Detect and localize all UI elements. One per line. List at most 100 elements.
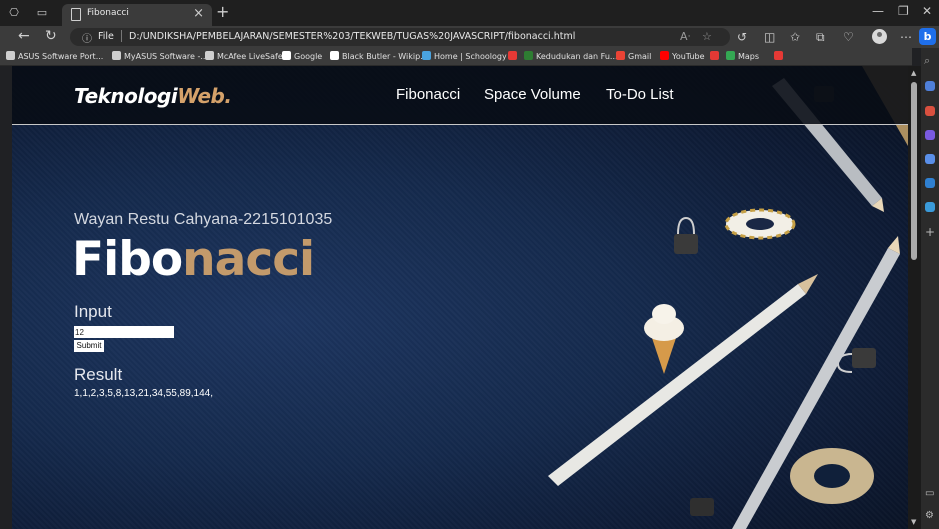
page-title: Fibonacci	[72, 232, 315, 287]
bookmark-item[interactable]: Google	[282, 51, 322, 61]
nav-link-fibonacci[interactable]: Fibonacci	[396, 86, 460, 103]
site-navbar: TeknologiWeb. Fibonacci Space Volume To-…	[12, 66, 908, 125]
bookmark-label: ASUS Software Port...	[18, 52, 104, 61]
bookmark-label: MyASUS Software -...	[124, 52, 208, 61]
sidebar-toggle-icon[interactable]: ▭	[925, 488, 934, 499]
settings-gear-icon[interactable]: ⚙	[925, 510, 934, 521]
outlook-icon[interactable]	[925, 178, 935, 188]
add-icon[interactable]: +	[925, 225, 935, 239]
bookmark-label: Google	[294, 52, 323, 61]
bookmark-icon	[205, 51, 214, 60]
bookmark-icon	[660, 51, 669, 60]
back-icon[interactable]: ←	[18, 28, 30, 44]
title-accent: nacci	[182, 232, 315, 287]
bookmark-icon	[616, 51, 625, 60]
bookmark-item[interactable]: ASUS Software Port...	[6, 51, 103, 61]
browser-essentials-icon[interactable]: ♡	[843, 30, 854, 44]
input-label: Input	[74, 302, 112, 321]
send-icon[interactable]	[925, 202, 935, 212]
tab-title: Fibonacci	[87, 8, 129, 18]
info-icon[interactable]: ⓘ	[82, 30, 92, 45]
favorite-star-icon[interactable]: ☆	[702, 30, 712, 43]
url-text[interactable]: D:/UNDIKSHA/PEMBELAJARAN/SEMESTER%203/TE…	[129, 31, 575, 42]
collections-icon[interactable]: ⧉	[816, 30, 825, 45]
tab-close-icon[interactable]: ×	[193, 6, 204, 21]
window-close-icon[interactable]: ✕	[922, 4, 932, 18]
browser-title-bar: ⎔ ▭ Fibonacci × + — ❐ ✕	[0, 0, 939, 26]
games-icon[interactable]	[925, 130, 935, 140]
split-screen-icon[interactable]: ◫	[764, 30, 775, 44]
background-illustration	[548, 66, 908, 529]
nav-link-space-volume[interactable]: Space Volume	[484, 86, 581, 103]
ice-cream-eraser	[644, 304, 684, 374]
search-icon[interactable]: ⌕	[924, 54, 930, 68]
scheme-label: File	[98, 31, 114, 42]
refresh-icon[interactable]: ↻	[45, 28, 57, 44]
tape-bottom	[790, 448, 874, 504]
binder-clip-bottom	[690, 498, 714, 516]
favorites-icon[interactable]: ✩	[790, 30, 800, 44]
scroll-down-icon[interactable]: ▼	[911, 518, 916, 526]
bookmark-icon	[112, 51, 121, 60]
more-menu-icon[interactable]: ⋯	[900, 30, 912, 44]
bookmark-item[interactable]: Gmail	[616, 51, 651, 61]
refresh-tab-icon[interactable]: ↺	[737, 30, 747, 44]
page-icon	[71, 8, 81, 21]
workspaces-icon[interactable]: ⎔	[6, 5, 22, 21]
bookmark-label: Home | Schoology	[434, 52, 507, 61]
bookmark-item[interactable]: Maps	[726, 51, 759, 61]
page-viewport: TeknologiWeb. Fibonacci Space Volume To-…	[12, 66, 908, 529]
result-label: Result	[74, 365, 123, 384]
restore-icon[interactable]: ❐	[898, 4, 909, 18]
bookmark-item[interactable]	[774, 51, 786, 61]
bookmark-label: YouTube	[672, 52, 705, 61]
binder-clip-left	[674, 216, 698, 254]
bookmark-item[interactable]	[508, 51, 520, 61]
bookmark-item[interactable]	[710, 51, 722, 61]
bookmark-label: Black Butler - Wikip...	[342, 52, 428, 61]
bookmark-icon	[508, 51, 517, 60]
number-input[interactable]	[74, 326, 174, 338]
bookmark-label: McAfee LiveSafe	[217, 52, 283, 61]
edge-sidebar: ⌕ + ▭ ⚙	[921, 48, 939, 529]
bookmark-icon	[422, 51, 431, 60]
tools-icon[interactable]	[925, 106, 935, 116]
bookmark-icon	[710, 51, 719, 60]
author-name: Wayan Restu Cahyana-2215101035	[74, 211, 333, 228]
nav-link-todo-list[interactable]: To-Do List	[606, 86, 674, 103]
shopping-icon[interactable]	[925, 81, 935, 91]
new-tab-button[interactable]: +	[216, 2, 229, 21]
bookmark-icon	[524, 51, 533, 60]
tape-roll	[724, 208, 796, 240]
bookmark-item[interactable]: YouTube	[660, 51, 705, 61]
bookmark-item[interactable]: Black Butler - Wikip...	[330, 51, 428, 61]
bookmark-item[interactable]: Kedudukan dan Fu...	[524, 51, 618, 61]
profile-avatar[interactable]	[872, 29, 887, 44]
bookmarks-bar: ASUS Software Port... MyASUS Software -..…	[0, 48, 912, 66]
bookmark-icon	[774, 51, 783, 60]
bookmark-label: Maps	[738, 52, 760, 61]
read-aloud-icon[interactable]: A͏ᐧ	[680, 30, 690, 43]
office-icon[interactable]	[925, 154, 935, 164]
bookmark-icon	[726, 51, 735, 60]
bookmark-icon	[282, 51, 291, 60]
scroll-up-icon[interactable]: ▲	[911, 69, 916, 77]
minimize-icon[interactable]: —	[872, 4, 884, 18]
scroll-thumb[interactable]	[911, 82, 917, 260]
tab-fibonacci[interactable]: Fibonacci ×	[62, 4, 212, 26]
address-bar[interactable]: ⓘ File D:/UNDIKSHA/PEMBELAJARAN/SEMESTER…	[70, 28, 730, 46]
brand-main: Teknologi	[74, 84, 178, 108]
bookmark-icon	[330, 51, 339, 60]
page-scrollbar[interactable]: ▲ ▼	[908, 66, 921, 529]
bookmark-item[interactable]: Home | Schoology	[422, 51, 507, 61]
submit-button[interactable]: Submit	[74, 340, 104, 352]
bookmark-label: Gmail	[628, 52, 652, 61]
tab-actions-icon[interactable]: ▭	[34, 5, 50, 21]
bookmark-item[interactable]: MyASUS Software -...	[112, 51, 208, 61]
result-value: 1,1,2,3,5,8,13,21,34,55,89,144,	[74, 388, 214, 399]
brand-accent: Web.	[177, 84, 232, 108]
brand-logo[interactable]: TeknologiWeb.	[74, 84, 232, 108]
bing-copilot-icon[interactable]: b	[919, 28, 936, 45]
title-main: Fibo	[72, 232, 183, 287]
bookmark-item[interactable]: McAfee LiveSafe	[205, 51, 283, 61]
